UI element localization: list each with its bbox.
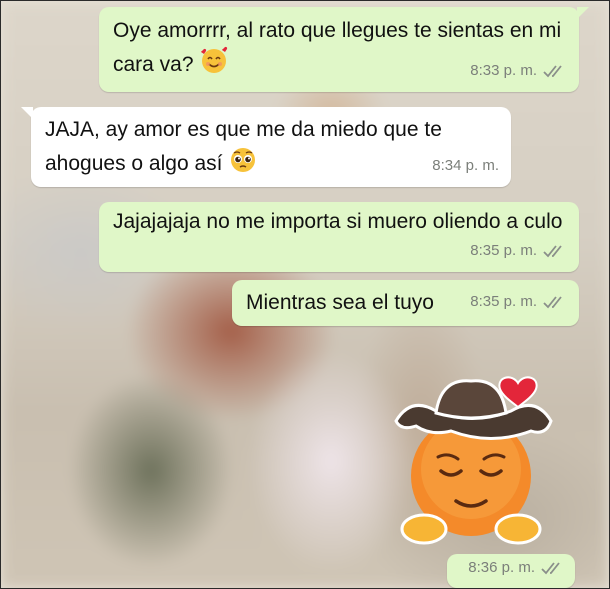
- pleading-face-icon: [228, 144, 258, 182]
- read-ticks-icon: [543, 244, 567, 258]
- sticker-timestamp-bubble: 8:36 p. m.: [447, 554, 575, 588]
- message-meta: 8:34 p. m.: [432, 151, 499, 180]
- message-bubble-incoming[interactable]: JAJA, ay amor es que me da miedo que te …: [21, 107, 511, 187]
- message-text: Jajajajaja no me importa si muero oliend…: [113, 210, 563, 233]
- bubble-tail: [577, 7, 589, 19]
- message-meta: 8:36 p. m.: [468, 553, 565, 582]
- message-meta: 8:33 p. m.: [470, 56, 567, 85]
- pensive-cowboy-sticker-icon[interactable]: [386, 361, 556, 551]
- message-bubble-outgoing[interactable]: Mientras sea el tuyo 8:35 p. m.: [232, 280, 579, 326]
- smiling-face-with-hearts-icon: [199, 45, 229, 83]
- message-time: 8:33 p. m.: [470, 62, 537, 79]
- read-ticks-icon: [543, 64, 567, 78]
- chat-screenshot: Oye amorrrr, al rato que llegues te sien…: [0, 0, 610, 589]
- message-meta: 8:35 p. m.: [470, 236, 567, 265]
- read-ticks-icon: [541, 561, 565, 575]
- read-ticks-icon: [543, 295, 567, 309]
- message-time: 8:34 p. m.: [432, 157, 499, 174]
- message-time: 8:36 p. m.: [468, 559, 535, 576]
- bubble-tail: [21, 107, 33, 119]
- message-time: 8:35 p. m.: [470, 242, 537, 259]
- message-bubble-outgoing[interactable]: Oye amorrrr, al rato que llegues te sien…: [99, 7, 589, 92]
- message-text: Mientras sea el tuyo: [246, 291, 434, 314]
- message-time: 8:35 p. m.: [470, 293, 537, 310]
- message-bubble-outgoing[interactable]: Jajajajaja no me importa si muero oliend…: [99, 202, 579, 272]
- message-meta: 8:35 p. m.: [470, 287, 567, 316]
